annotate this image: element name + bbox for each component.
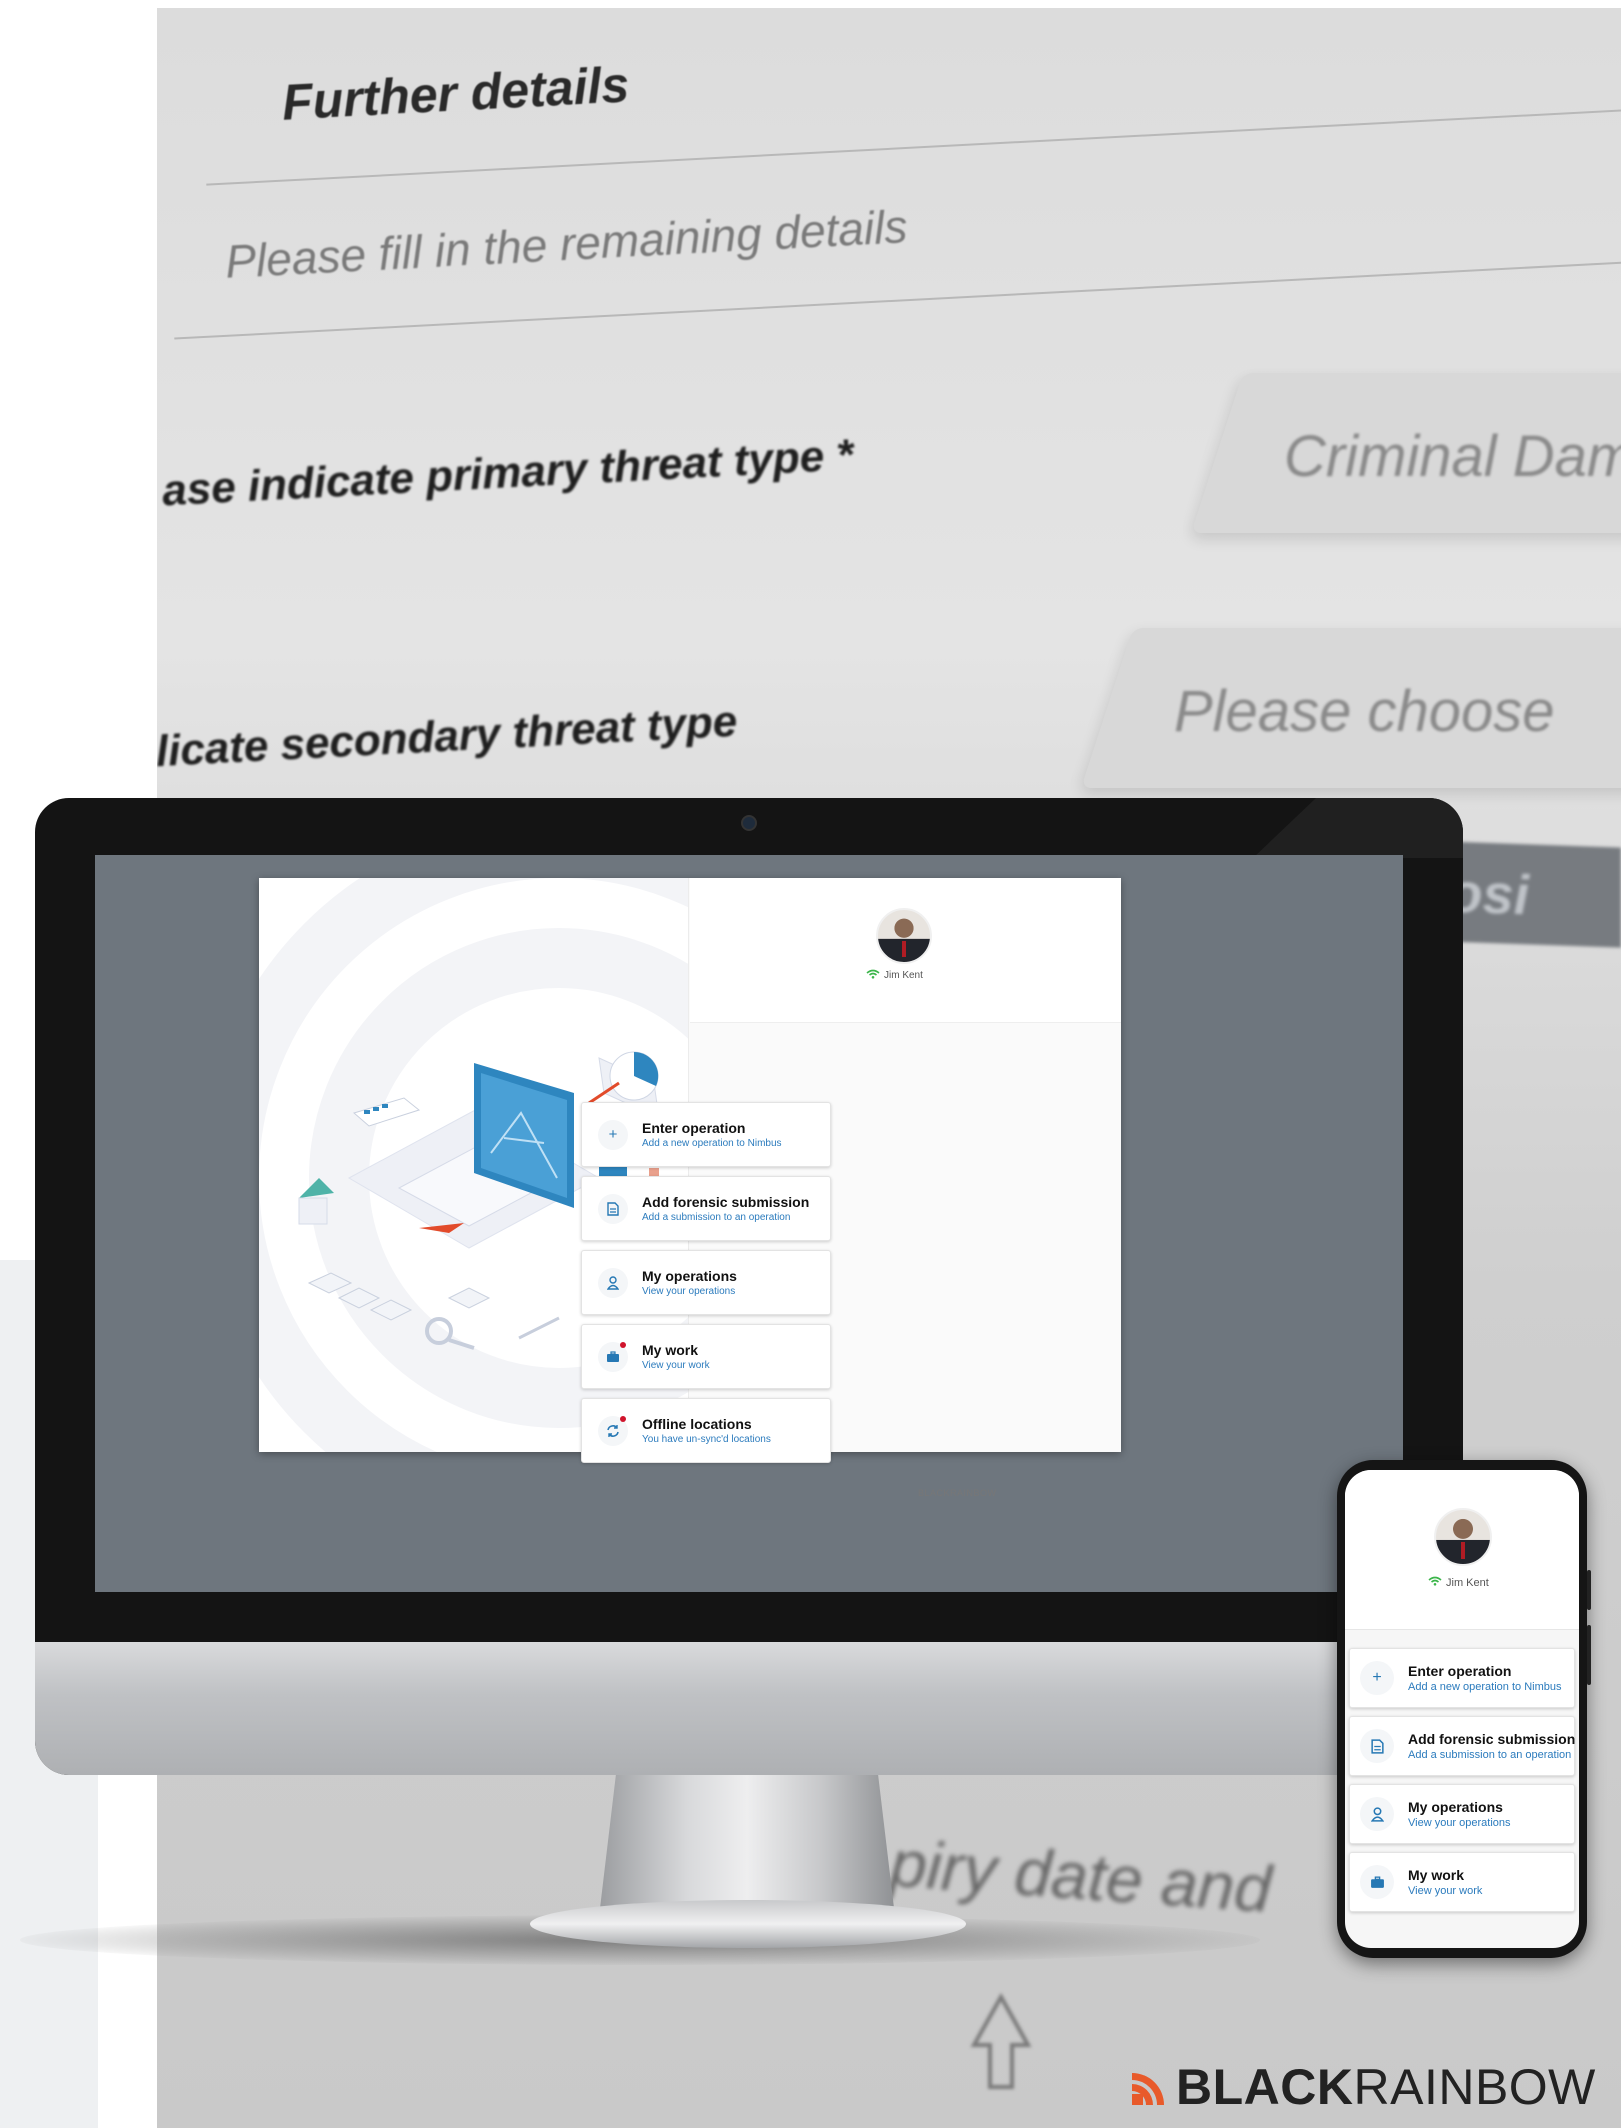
briefcase-icon xyxy=(598,1341,628,1372)
blackrainbow-logo: BLACKRAINBOW xyxy=(1130,2058,1596,2116)
user-icon xyxy=(598,1267,628,1298)
menu-item-subtitle: Add a new operation to Nimbus xyxy=(1408,1681,1562,1693)
avatar[interactable] xyxy=(1434,1508,1492,1566)
secondary-threat-select[interactable]: Please choose xyxy=(1081,628,1621,788)
form-subheading: Please fill in the remaining details xyxy=(224,200,909,288)
sync-icon xyxy=(598,1415,628,1446)
user-name: Jim Kent xyxy=(1446,1576,1489,1589)
user-status: Jim Kent xyxy=(1428,1576,1489,1589)
form-heading: Further details xyxy=(280,56,631,131)
bezel-glare xyxy=(1253,798,1463,858)
mobile-phone: Jim Kent + Enter operation Add a new oper… xyxy=(1337,1460,1591,1958)
app-footer-brand: BLACKRAINBOW xyxy=(918,1488,997,1498)
menu-item-title: My operations xyxy=(1408,1799,1503,1815)
menu-item-offline-locations[interactable]: Offline locations You have un-sync'd loca… xyxy=(581,1398,831,1463)
menu-item-subtitle: View your work xyxy=(642,1360,710,1371)
mobile-menu: + Enter operation Add a new operation to … xyxy=(1349,1648,1575,1912)
menu-item-title: My work xyxy=(1408,1867,1465,1883)
menu-item-title: Enter operation xyxy=(642,1120,746,1136)
wifi-icon xyxy=(1428,1576,1442,1589)
menu-item-title: Add forensic submission xyxy=(642,1194,810,1210)
profile-header: Jim Kent xyxy=(1345,1470,1579,1630)
menu-item-my-operations[interactable]: My operations View your operations xyxy=(581,1250,831,1315)
menu-item-my-operations[interactable]: My operations View your operations xyxy=(1349,1784,1575,1844)
primary-threat-value: Criminal Dama xyxy=(1283,424,1621,489)
wifi-icon xyxy=(866,969,880,982)
primary-threat-label: ase indicate primary threat type * xyxy=(160,430,855,516)
menu-item-my-work[interactable]: My work View your work xyxy=(1349,1852,1575,1912)
menu-item-title: My operations xyxy=(642,1268,737,1284)
primary-threat-select[interactable]: Criminal Dama xyxy=(1191,373,1621,533)
desktop-menu: + Enter operation Add a new operation to … xyxy=(581,1102,831,1463)
menu-item-my-work[interactable]: My work View your work xyxy=(581,1324,831,1389)
menu-item-title: My work xyxy=(642,1342,699,1358)
phone-side-button xyxy=(1587,1570,1591,1610)
brand-wordmark: BLACKRAINBOW xyxy=(1176,2058,1596,2116)
menu-item-title: Add forensic submission xyxy=(1408,1731,1576,1747)
cursor-icon xyxy=(970,1993,1032,2089)
user-icon xyxy=(1360,1797,1394,1831)
brand-light: RAINBOW xyxy=(1353,2059,1596,2115)
document-icon xyxy=(598,1193,628,1224)
brand-bold: BLACK xyxy=(1176,2059,1354,2115)
menu-item-subtitle: View your operations xyxy=(642,1286,736,1297)
notification-dot xyxy=(620,1415,626,1422)
secondary-threat-label: licate secondary threat type xyxy=(157,696,739,777)
secondary-threat-value: Please choose xyxy=(1173,679,1555,744)
user-status: Jim Kent xyxy=(866,969,923,982)
menu-item-subtitle: Add a submission to an operation xyxy=(642,1212,791,1223)
notification-dot xyxy=(620,1341,626,1348)
menu-item-subtitle: You have un-sync'd locations xyxy=(642,1434,771,1445)
rainbow-logo-icon xyxy=(1132,2073,1164,2105)
briefcase-icon xyxy=(1360,1865,1394,1899)
monitor-chin xyxy=(35,1642,1463,1775)
profile-header: Jim Kent xyxy=(690,878,1121,1023)
menu-item-subtitle: Add a new operation to Nimbus xyxy=(642,1138,782,1149)
plus-icon: + xyxy=(1360,1661,1394,1695)
avatar[interactable] xyxy=(876,908,932,964)
document-icon xyxy=(1360,1729,1394,1763)
camera-icon xyxy=(741,815,757,831)
user-name: Jim Kent xyxy=(884,970,923,981)
menu-item-subtitle: View your work xyxy=(1408,1885,1483,1897)
menu-item-add-forensic-submission[interactable]: Add forensic submission Add a submission … xyxy=(1349,1716,1575,1776)
plus-icon: + xyxy=(598,1119,628,1150)
monitor-stand-base xyxy=(530,1900,966,1948)
menu-item-title: Offline locations xyxy=(642,1416,752,1432)
menu-item-subtitle: Add a submission to an operation xyxy=(1408,1749,1572,1761)
menu-item-add-forensic-submission[interactable]: Add forensic submission Add a submission … xyxy=(581,1176,831,1241)
menu-item-title: Enter operation xyxy=(1408,1663,1512,1679)
menu-item-enter-operation[interactable]: + Enter operation Add a new operation to … xyxy=(1349,1648,1575,1708)
menu-item-enter-operation[interactable]: + Enter operation Add a new operation to … xyxy=(581,1102,831,1167)
menu-item-subtitle: View your operations xyxy=(1408,1817,1511,1829)
phone-side-button xyxy=(1587,1625,1591,1685)
phone-screen: Jim Kent + Enter operation Add a new oper… xyxy=(1345,1470,1579,1948)
